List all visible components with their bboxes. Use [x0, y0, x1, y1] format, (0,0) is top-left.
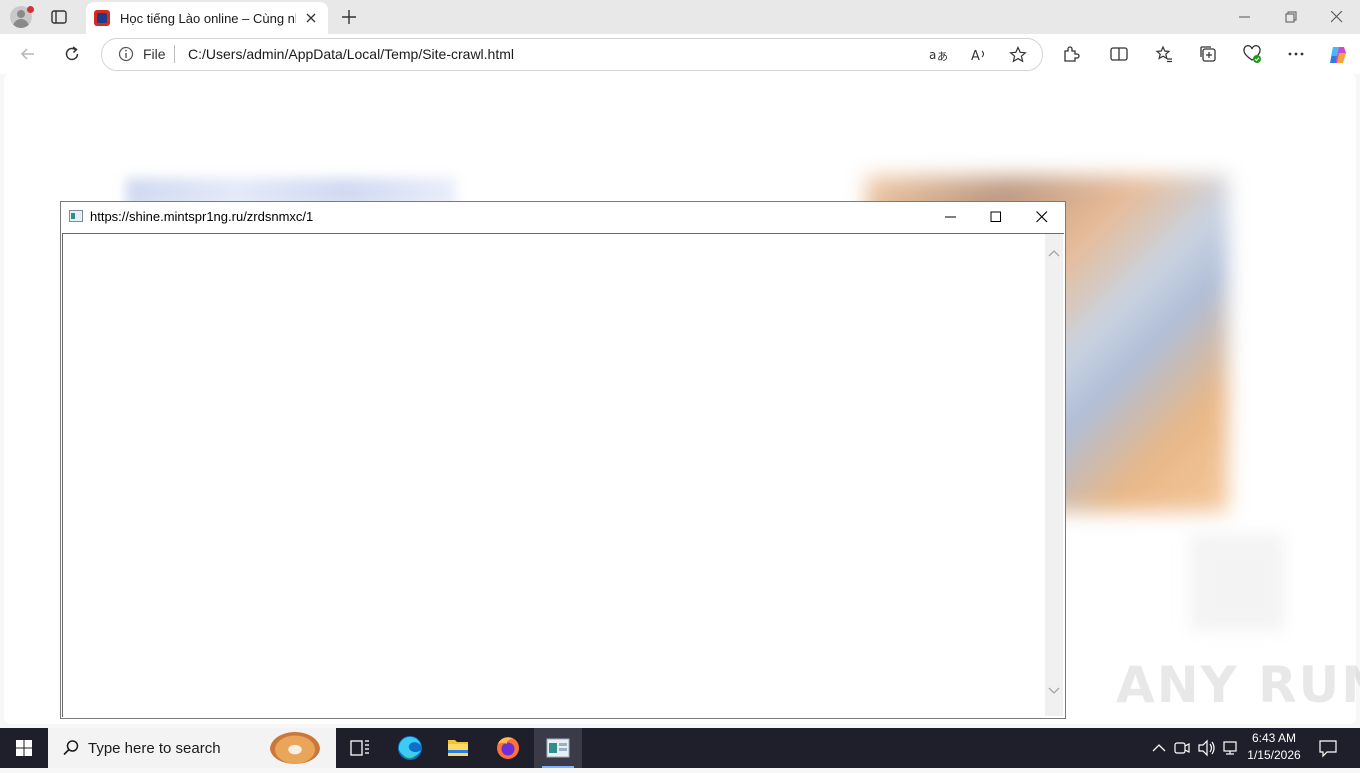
popup-minimize-button[interactable] — [929, 202, 974, 233]
restore-icon — [1285, 11, 1297, 23]
search-placeholder: Type here to search — [88, 740, 221, 757]
search-icon — [63, 740, 79, 756]
windows-taskbar: Type here to search 6:43 AM 1/15/2026 — [0, 728, 1360, 768]
address-bar[interactable]: File C:/Users/admin/AppData/Local/Temp/S… — [101, 38, 1043, 71]
notification-dot-icon — [27, 6, 34, 13]
tab-actions-button[interactable] — [50, 8, 68, 26]
tab-close-button[interactable] — [304, 11, 318, 25]
plus-icon — [342, 10, 356, 24]
popup-content-area[interactable] — [62, 233, 1064, 717]
translate-button[interactable]: aあ — [928, 45, 948, 65]
search-highlight-bagel-icon — [270, 732, 320, 764]
blurred-box — [1190, 534, 1284, 630]
tray-volume-button[interactable] — [1196, 728, 1216, 768]
volume-icon — [1198, 739, 1215, 757]
window-close-button[interactable] — [1314, 0, 1360, 34]
site-info-button[interactable] — [118, 46, 134, 62]
split-screen-icon — [1110, 47, 1128, 61]
url-text[interactable]: C:/Users/admin/AppData/Local/Temp/Site-c… — [188, 46, 514, 62]
popup-window[interactable]: https://shine.mintspr1ng.ru/zrdsnmxc/1 — [60, 201, 1066, 719]
popup-title: https://shine.mintspr1ng.ru/zrdsnmxc/1 — [90, 209, 314, 224]
edge-icon — [398, 736, 422, 760]
site-favicon-icon — [94, 10, 110, 26]
action-center-button[interactable] — [1316, 728, 1340, 768]
network-icon — [1223, 741, 1237, 755]
tray-meet-button[interactable] — [1172, 728, 1192, 768]
popup-scrollbar[interactable] — [1045, 234, 1063, 716]
active-window-icon — [546, 738, 570, 758]
browser-tab-active[interactable]: Học tiếng Lào online – Cùng nhau — [86, 2, 328, 34]
collections-icon — [1200, 46, 1216, 62]
browser-toolbar: File C:/Users/admin/AppData/Local/Temp/S… — [0, 34, 1360, 74]
svg-text:A: A — [971, 49, 980, 64]
notification-icon — [1319, 740, 1337, 758]
back-button[interactable] — [18, 44, 38, 64]
scheme-label: File — [143, 46, 166, 62]
favorites-button[interactable] — [1154, 44, 1174, 64]
avatar-body — [13, 19, 29, 28]
minimize-icon — [1239, 16, 1250, 18]
split-screen-button[interactable] — [1109, 44, 1129, 64]
clock-time: 6:43 AM — [1251, 731, 1297, 745]
more-button[interactable] — [1286, 44, 1306, 64]
refresh-button[interactable] — [62, 44, 82, 64]
popup-maximize-button[interactable] — [974, 202, 1019, 233]
taskbar-firefox-button[interactable] — [484, 728, 532, 768]
minimize-icon — [945, 216, 956, 218]
tab-strip: Học tiếng Lào online – Cùng nhau — [0, 0, 1360, 34]
read-aloud-icon: A — [971, 49, 985, 64]
copilot-button[interactable] — [1327, 44, 1347, 64]
svg-text:a: a — [929, 48, 936, 62]
copilot-icon — [1330, 47, 1346, 63]
browser-essentials-icon — [1243, 45, 1261, 63]
favorite-star-icon — [1009, 46, 1027, 63]
task-view-icon — [350, 740, 369, 756]
favorites-icon — [1155, 45, 1172, 63]
maximize-icon — [990, 211, 1001, 222]
close-icon — [306, 13, 316, 23]
translate-icon: aあ — [929, 48, 948, 63]
tab-actions-icon — [51, 10, 67, 24]
extensions-button[interactable] — [1061, 44, 1081, 64]
info-icon — [118, 46, 134, 62]
popup-titlebar[interactable]: https://shine.mintspr1ng.ru/zrdsnmxc/1 — [61, 202, 1065, 233]
new-tab-button[interactable] — [340, 8, 358, 26]
more-icon — [1288, 52, 1304, 56]
taskbar-clock[interactable]: 6:43 AM 1/15/2026 — [1238, 730, 1310, 766]
taskbar-search-box[interactable]: Type here to search — [48, 728, 336, 768]
taskbar-file-explorer-button[interactable] — [434, 728, 482, 768]
close-icon — [1331, 11, 1343, 23]
popup-window-icon — [69, 210, 83, 222]
tray-overflow-button[interactable] — [1150, 728, 1168, 768]
taskbar-edge-button[interactable] — [386, 728, 434, 768]
tray-network-button[interactable] — [1220, 728, 1240, 768]
scroll-down-arrow-icon[interactable] — [1048, 686, 1060, 696]
start-button[interactable] — [0, 728, 48, 768]
window-minimize-button[interactable] — [1222, 0, 1268, 34]
firefox-icon — [497, 737, 519, 759]
meet-icon — [1174, 742, 1190, 754]
collections-button[interactable] — [1198, 44, 1218, 64]
task-view-button[interactable] — [336, 728, 384, 768]
read-aloud-button[interactable]: A — [969, 45, 989, 65]
address-separator — [174, 45, 175, 63]
windows-logo-icon — [16, 740, 32, 756]
svg-text:あ: あ — [937, 50, 948, 63]
popup-close-button[interactable] — [1020, 202, 1065, 233]
favorite-button[interactable] — [1008, 45, 1028, 65]
file-explorer-icon — [448, 740, 468, 756]
tab-title: Học tiếng Lào online – Cùng nhau — [120, 11, 296, 26]
chevron-up-icon — [1152, 744, 1166, 752]
avatar-head — [17, 10, 25, 18]
clock-date: 1/15/2026 — [1247, 748, 1301, 762]
window-restore-button[interactable] — [1268, 0, 1314, 34]
browser-essentials-button[interactable] — [1242, 44, 1262, 64]
taskbar-active-window-button[interactable] — [534, 728, 582, 768]
scroll-up-arrow-icon[interactable] — [1048, 248, 1060, 258]
anyrun-watermark: ANY RUN — [1116, 656, 1360, 714]
refresh-icon — [65, 46, 79, 61]
back-icon — [20, 48, 34, 60]
close-icon — [1036, 211, 1048, 223]
extensions-icon — [1064, 46, 1080, 62]
